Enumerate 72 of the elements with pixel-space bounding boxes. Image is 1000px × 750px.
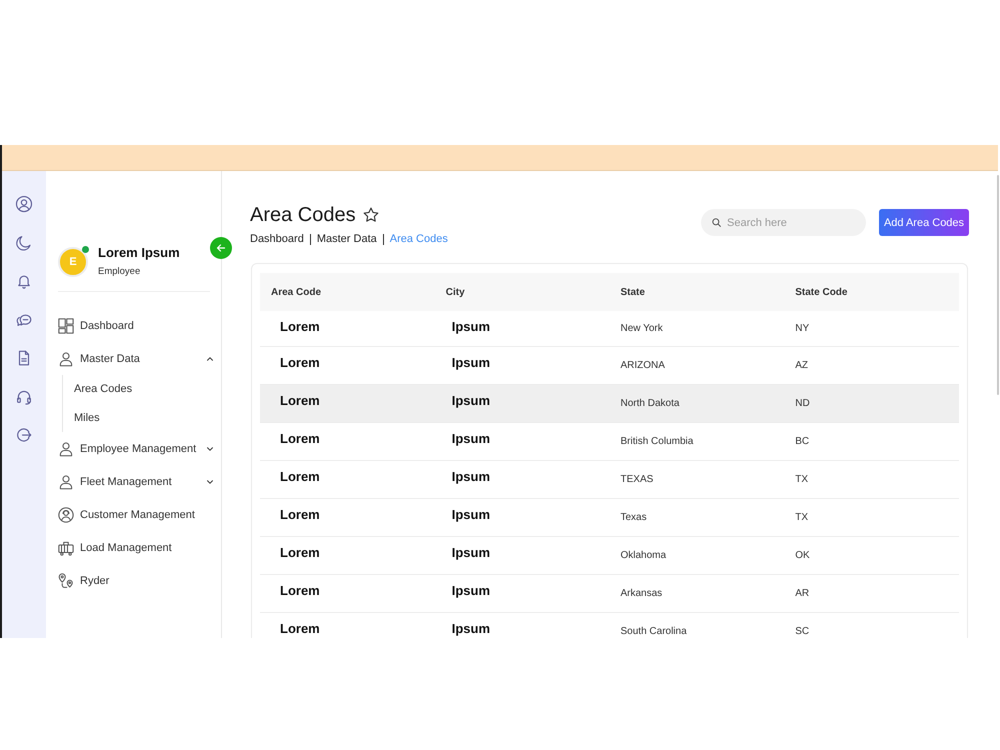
table-cell: Texas [620,512,647,524]
table-cell: Oklahoma [620,550,666,562]
table-cell: South Carolina [620,626,687,638]
search-field[interactable]: Search here [701,209,866,236]
table-cell: Ipsum [452,432,490,446]
person-circle-icon [57,506,75,524]
breadcrumb-link[interactable]: Master Data [316,233,377,245]
person-icon [57,350,75,368]
table-cell: British Columbia [620,436,694,448]
sidebar-item[interactable]: Employee Management [57,432,217,465]
table-cell: AR [795,588,810,600]
sidebar-item[interactable]: Load Management [57,531,217,564]
person-icon [57,472,75,490]
table-cell: Ipsum [452,356,490,370]
arrow-left-icon [215,242,227,254]
table-cell: NY [795,322,810,334]
table-cell: North Dakota [620,398,680,410]
table-cell: Lorem [280,546,320,560]
column-header: State Code [794,286,848,300]
table-cell: TX [795,474,808,486]
sidebar-item[interactable]: Customer Management [57,498,217,531]
sidebar-subitem[interactable]: Miles [63,404,217,432]
table-cell: ARIZONA [620,360,665,372]
page-title: Area Codes [250,203,356,227]
avatar: E [58,246,88,276]
star-icon[interactable] [362,206,380,224]
column-header: Area Code [270,286,322,300]
table-cell: TEXAS [620,474,654,486]
user-name: Lorem Ipsum [98,245,180,261]
table-row[interactable]: Lorem Ipsum North Dakota ND [260,385,959,423]
search-icon [711,217,722,228]
moon-icon[interactable] [15,234,33,252]
user-role: Employee [98,266,142,278]
table-cell: BC [795,436,810,448]
table-cell: Lorem [280,394,320,408]
table-cell: Lorem [280,622,320,636]
sidebar-subitem[interactable]: Area Codes [63,375,217,404]
table-cell: AZ [795,360,808,372]
table-cell: Lorem [280,508,320,522]
table-cell: Lorem [280,584,320,598]
column-header: State [620,286,646,300]
person-icon [57,440,75,458]
sidebar-item[interactable]: Dashboard [57,309,217,342]
breadcrumb-link[interactable]: Dashboard [250,233,304,245]
table-cell: OK [795,550,810,562]
sidebar-item[interactable]: Fleet Management [57,465,217,498]
table-cell: Lorem [280,356,320,370]
user-icon[interactable] [15,195,33,213]
sidebar-item[interactable]: Master Data [57,342,217,375]
table-cell: TX [795,512,808,524]
table-cell: Ipsum [452,508,490,522]
add-area-codes-button[interactable]: Add Area Codes [879,209,969,236]
table-cell: New York [620,322,663,334]
table-cell: Lorem [280,320,320,334]
table-cell: ND [795,398,810,410]
map-pins-icon [57,572,75,590]
sidebar-item[interactable]: Ryder [57,564,217,597]
collapse-button[interactable] [210,237,232,259]
table-cell: Arkansas [620,588,662,600]
table-cell: Ipsum [452,546,490,560]
table-cell: Ipsum [452,394,490,408]
table-cell: Ipsum [452,622,490,636]
table-cell: Lorem [280,470,320,484]
logout-icon[interactable] [15,426,33,444]
table-cell: Ipsum [452,470,490,484]
grid-icon [57,316,75,334]
table-cell: Ipsum [452,584,490,598]
table-cell: Lorem [280,432,320,446]
table-cell: SC [795,626,810,638]
scrollbar-thumb[interactable] [997,175,999,395]
column-header: City [444,286,466,300]
table-cell: Ipsum [452,320,490,334]
